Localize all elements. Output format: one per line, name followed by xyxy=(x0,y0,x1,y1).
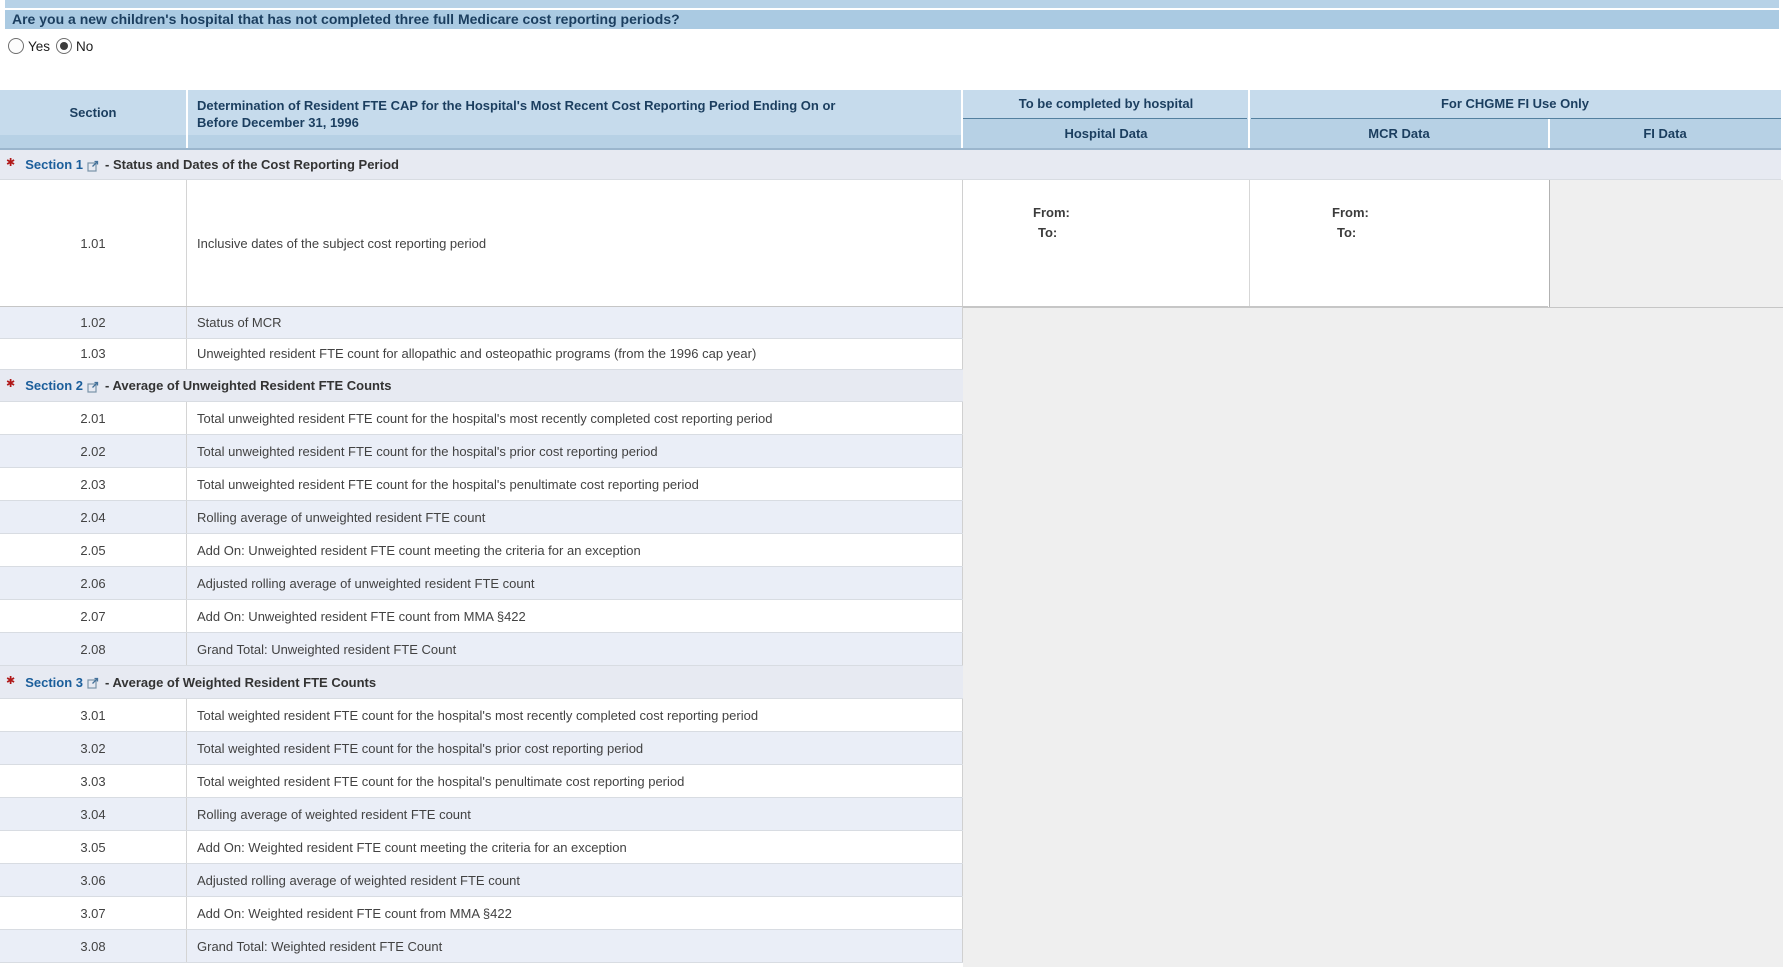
table-body: ✱ Section 1 - Status and Dates of the Co… xyxy=(0,150,963,963)
row-number: 1.01 xyxy=(0,180,187,306)
section-title: - Average of Weighted Resident FTE Count… xyxy=(105,675,376,690)
table-row: 2.06 Adjusted rolling average of unweigh… xyxy=(0,567,963,600)
section-2-header-row: ✱ Section 2 - Average of Unweighted Resi… xyxy=(0,370,963,402)
table-row: 3.03 Total weighted resident FTE count f… xyxy=(0,765,963,798)
table-row: 3.08 Grand Total: Weighted resident FTE … xyxy=(0,930,963,963)
section-2-link[interactable]: Section 2 xyxy=(25,378,83,393)
group-hospital-underline xyxy=(963,118,1247,119)
question-bar: Are you a new children's hospital that h… xyxy=(5,10,1779,29)
column-header-description: Determination of Resident FTE CAP for th… xyxy=(197,97,869,131)
column-header-hospital-data: Hospital Data xyxy=(963,126,1249,141)
new-hospital-radio-group: Yes No xyxy=(8,37,99,55)
radio-no[interactable] xyxy=(56,38,72,54)
table-row: 2.03 Total unweighted resident FTE count… xyxy=(0,468,963,501)
column-header-section: Section xyxy=(0,90,186,135)
required-star-icon: ✱ xyxy=(6,377,15,390)
radio-no-label[interactable]: No xyxy=(76,39,93,54)
group-fi-underline xyxy=(1251,118,1781,119)
group-header-hospital: To be completed by hospital xyxy=(963,96,1249,111)
table-row: 2.05 Add On: Unweighted resident FTE cou… xyxy=(0,534,963,567)
section-title: - Status and Dates of the Cost Reporting… xyxy=(105,157,399,172)
section-3-link[interactable]: Section 3 xyxy=(25,675,83,690)
table-row: 2.02 Total unweighted resident FTE count… xyxy=(0,435,963,468)
table-row: 3.06 Adjusted rolling average of weighte… xyxy=(0,864,963,897)
external-link-icon[interactable] xyxy=(87,160,99,172)
section-3-header-row: ✱ Section 3 - Average of Weighted Reside… xyxy=(0,666,963,699)
table-row: 2.08 Grand Total: Unweighted resident FT… xyxy=(0,633,963,666)
column-header-fi-data: FI Data xyxy=(1549,126,1781,141)
external-link-icon[interactable] xyxy=(87,381,99,393)
external-link-icon[interactable] xyxy=(87,677,99,689)
chgme-form-page: Are you a new children's hospital that h… xyxy=(0,0,1783,967)
mcr-to-label: To: xyxy=(1332,223,1369,243)
data-entry-panel-readonly xyxy=(963,307,1783,967)
mcr-from-label: From: xyxy=(1332,203,1369,223)
radio-yes-label[interactable]: Yes xyxy=(28,39,50,54)
table-row: 1.03 Unweighted resident FTE count for a… xyxy=(0,339,963,371)
section-title: - Average of Unweighted Resident FTE Cou… xyxy=(105,378,392,393)
fi-data-panel-row101 xyxy=(1549,180,1783,307)
top-strip xyxy=(5,0,1779,8)
table-row: 3.05 Add On: Weighted resident FTE count… xyxy=(0,831,963,864)
table-row: 1.01 Inclusive dates of the subject cost… xyxy=(0,180,1548,307)
group-header-chgme-fi: For CHGME FI Use Only xyxy=(1249,96,1781,111)
table-row: 3.04 Rolling average of weighted residen… xyxy=(0,798,963,831)
table-row: 1.02 Status of MCR xyxy=(0,307,963,339)
table-row: 2.01 Total unweighted resident FTE count… xyxy=(0,402,963,435)
required-star-icon: ✱ xyxy=(6,674,15,687)
table-row: 3.01 Total weighted resident FTE count f… xyxy=(0,699,963,732)
column-header-mcr-data: MCR Data xyxy=(1249,126,1549,141)
hospital-data-cell[interactable]: From: To: xyxy=(963,180,1250,306)
table-header: Section Determination of Resident FTE CA… xyxy=(0,90,1781,148)
header-substrip-left xyxy=(0,135,961,148)
section-1-header-row: ✱ Section 1 - Status and Dates of the Co… xyxy=(0,150,1781,180)
row-description: Inclusive dates of the subject cost repo… xyxy=(187,180,963,306)
table-row: 3.02 Total weighted resident FTE count f… xyxy=(0,732,963,765)
radio-yes[interactable] xyxy=(8,38,24,54)
table-row: 3.07 Add On: Weighted resident FTE count… xyxy=(0,897,963,930)
hospital-from-label: From: xyxy=(1033,203,1070,223)
required-star-icon: ✱ xyxy=(6,156,15,169)
table-row: 2.04 Rolling average of unweighted resid… xyxy=(0,501,963,534)
hospital-to-label: To: xyxy=(1033,223,1070,243)
mcr-data-cell[interactable]: From: To: xyxy=(1250,180,1548,306)
section-1-link[interactable]: Section 1 xyxy=(25,157,83,172)
table-row: 2.07 Add On: Unweighted resident FTE cou… xyxy=(0,600,963,633)
